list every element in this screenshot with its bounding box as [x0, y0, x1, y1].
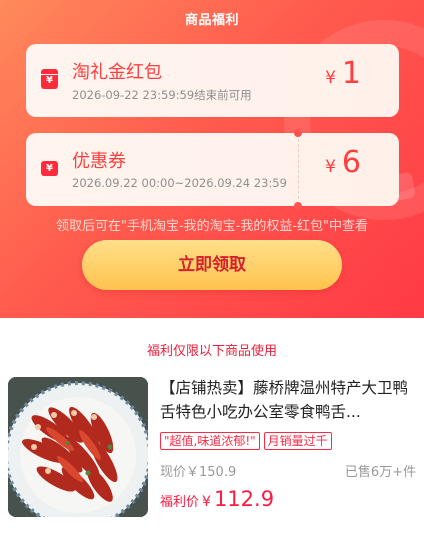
coupon-amount: ¥ 6 [325, 145, 361, 180]
ticket-icon [41, 161, 58, 176]
page-title: 商品福利 [184, 13, 239, 28]
welfare-hero: 商品福利 淘礼金红包 2026-09-22 23:59:59结束前可用 ¥ 1 … [0, 0, 424, 318]
coupon-validity: 2026.09.22 00:00~2026.09.24 23:59 [72, 176, 287, 190]
currency-symbol: ¥ [202, 494, 211, 510]
limit-note: 福利仅限以下商品使用 [146, 344, 277, 359]
coupon-value: 6 [341, 145, 361, 180]
hongbao-name: 淘礼金红包 [72, 62, 162, 83]
currency-symbol: ¥ [325, 157, 336, 177]
product-tag: "超值,味道浓郁!" [160, 432, 260, 450]
red-envelope-icon [41, 69, 58, 89]
duck-tongue-plate-image [8, 377, 148, 517]
product-tags: "超值,味道浓郁!" 月销量过千 [160, 432, 336, 450]
sold-count: 已售6万+件 [344, 465, 416, 480]
welfare-price-label: 福利价 [160, 495, 200, 510]
coupon-notch [294, 129, 302, 137]
welfare-price: 福利价 ¥ 112.9 [160, 487, 274, 511]
coupon-divider [298, 139, 299, 199]
coupon-card[interactable]: 优惠券 2026.09.22 00:00~2026.09.24 23:59 ¥ … [26, 129, 399, 210]
product-item[interactable]: 【店铺热卖】藤桥牌温州特产大卫鸭舌特色小吃办公室零食鸭舌... "超值,味道浓郁… [0, 370, 424, 530]
welfare-price-value: 112.9 [213, 487, 275, 511]
product-image[interactable] [8, 377, 148, 517]
claim-now-button[interactable]: 立即领取 [82, 240, 342, 290]
hongbao-amount: ¥ 1 [325, 56, 361, 91]
claim-hint: 领取后可在"手机淘宝-我的淘宝-我的权益-红包"中查看 [55, 219, 369, 234]
product-tag: 月销量过千 [263, 432, 332, 450]
coupon-notch [294, 202, 302, 210]
hongbao-validity: 2026-09-22 23:59:59结束前可用 [72, 88, 252, 102]
hongbao-card[interactable]: 淘礼金红包 2026-09-22 23:59:59结束前可用 ¥ 1 [26, 44, 399, 117]
hongbao-value: 1 [341, 56, 361, 91]
currency-symbol: ¥ [325, 68, 336, 88]
product-title[interactable]: 【店铺热卖】藤桥牌温州特产大卫鸭舌特色小吃办公室零食鸭舌... [160, 376, 420, 424]
current-price: 现价￥150.9 [160, 465, 237, 480]
coupon-name: 优惠券 [72, 151, 126, 172]
